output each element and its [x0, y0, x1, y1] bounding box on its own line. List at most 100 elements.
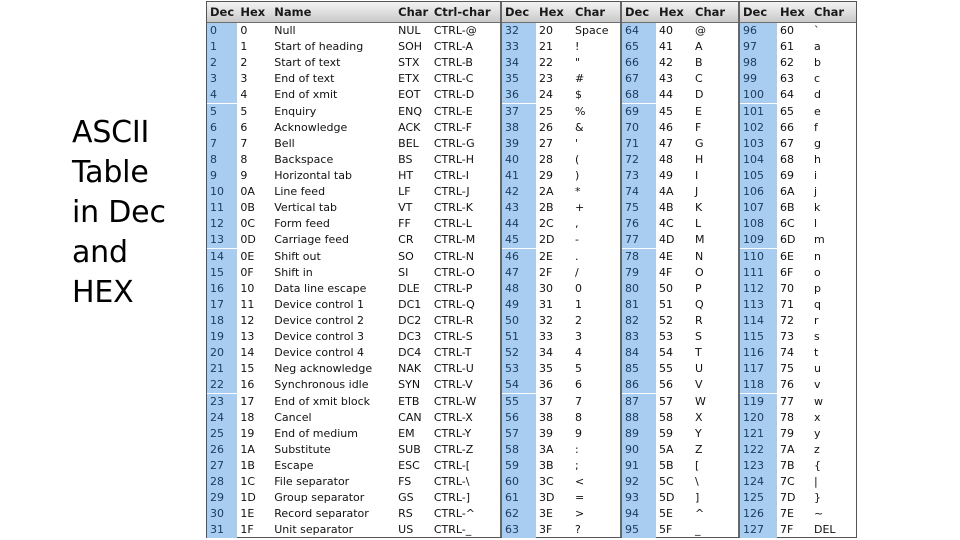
cell-hex: 13 — [240, 330, 255, 344]
cell-dec: 87 — [622, 393, 656, 410]
cell-ctrl-char: CTRL-D — [433, 88, 475, 102]
cell-hex: 79 — [780, 426, 794, 440]
cell-dec: 57 — [502, 425, 536, 442]
table-row: 56 38 8 — [502, 409, 620, 426]
cell-dec: 88 — [622, 409, 656, 426]
cell-dec: 109 — [740, 232, 777, 249]
cell-char: n — [814, 249, 821, 263]
cell-hex: 43 — [659, 72, 673, 86]
cell-char: t — [814, 346, 819, 360]
table-row: 60 3C < — [502, 474, 620, 491]
cell-hex: 5D — [659, 491, 675, 505]
table-row: 124 7C | — [740, 474, 856, 491]
cell-dec: 123 — [740, 458, 777, 474]
cell-char: VT — [398, 201, 413, 215]
cell-hex: 3C — [539, 475, 554, 489]
cell-dec: 68 — [622, 87, 656, 104]
table-row: 6 6 Acknowledge ACK CTRL-F — [207, 119, 500, 136]
cell-dec: 2 — [207, 55, 238, 72]
cell-name: End of xmit — [274, 88, 338, 102]
cell-char: z — [814, 442, 820, 456]
cell-char: c — [814, 72, 821, 86]
page-title: ASCII Table in Dec and HEX — [72, 115, 166, 310]
cell-hex: 1D — [240, 491, 256, 505]
table-row: 2 2 Start of text STX CTRL-B — [207, 55, 500, 72]
cell-name: Group separator — [274, 491, 365, 505]
cell-ctrl-char: CTRL-F — [433, 120, 473, 134]
table-body: 0 0 Null NUL CTRL-@ 1 1 Start of heading SOH CTRL… — [207, 23, 500, 539]
cell-char: [ — [695, 459, 700, 472]
cell-hex: 7D — [780, 491, 796, 505]
cell-hex: 16 — [240, 378, 255, 392]
table-body: 64 40 @65 41 A 66 42 B 67 43 C 68 44 D 69 45 E 70 46 F 71 47 G… — [622, 23, 738, 539]
cell-char: g — [814, 136, 821, 150]
cell-ctrl-char: CTRL-R — [433, 314, 474, 328]
cell-hex: 68 — [780, 152, 794, 166]
table-row: 12 0C Form feed FF CTRL-L — [207, 216, 500, 233]
table-row: 1 1 Start of heading SOH CTRL-A — [207, 39, 500, 56]
block-printable-32-63: Dec Hex Char 32 20 Space 33 21! 34 22 " 35 23 #36 24 $3… — [502, 2, 622, 539]
cell-char: L — [695, 217, 702, 231]
table-row: 122 7A z — [740, 441, 856, 458]
table-row: 103 67 g — [740, 135, 856, 152]
ascii-table: Dec Hex Name Char Ctrl-char 0 0 Null NUL CTRL-@ 1 1… — [206, 1, 857, 539]
table-row: 84 54 T — [622, 345, 738, 362]
cell-hex: 54 — [659, 346, 673, 360]
cell-char: " — [575, 56, 581, 70]
cell-char: \ — [695, 475, 699, 489]
cell-char: W — [695, 394, 706, 408]
table-row: 65 41 A — [622, 39, 738, 56]
table-row: 37 25% — [502, 103, 620, 120]
cell-ctrl-char: CTRL-] — [433, 491, 471, 505]
cell-hex: 30 — [539, 281, 553, 295]
cell-ctrl-char: CTRL-Z — [433, 442, 474, 456]
cell-dec: 51 — [502, 329, 536, 346]
cell-dec: 15 — [207, 264, 238, 281]
cell-char: e — [814, 104, 821, 118]
cell-dec: 14 — [207, 248, 238, 265]
cell-ctrl-char: CTRL-Q — [433, 297, 475, 311]
cell-hex: 77 — [780, 394, 794, 408]
cell-dec: 19 — [207, 329, 238, 346]
cell-hex: 1A — [240, 442, 255, 456]
table-row: 63 3F? — [502, 522, 620, 539]
cell-hex: 0C — [240, 217, 256, 231]
cell-char: BS — [398, 152, 413, 166]
cell-name: End of xmit block — [274, 394, 371, 408]
table-row: 64 40 @ — [622, 23, 738, 40]
cell-hex: 42 — [659, 56, 673, 70]
cell-char: ESC — [398, 459, 420, 472]
cell-char: ) — [575, 169, 580, 183]
cell-ctrl-char: CTRL-S — [433, 330, 473, 344]
cell-dec: 119 — [740, 393, 777, 410]
cell-char: R — [695, 314, 703, 328]
cell-dec: 56 — [502, 409, 536, 426]
cell-name: File separator — [274, 475, 350, 489]
cell-dec: 24 — [207, 409, 238, 426]
cell-hex: 67 — [780, 136, 794, 150]
table-row: 88 58 X — [622, 409, 738, 426]
table-header-row: Dec Hex Char — [622, 2, 738, 23]
cell-dec: 89 — [622, 425, 656, 442]
table-row: 102 66 f — [740, 119, 856, 136]
cell-char: < — [575, 475, 585, 489]
table-row: 90 5A Z — [622, 441, 738, 458]
cell-hex: 2D — [539, 233, 555, 247]
cell-char: p — [814, 281, 821, 295]
cell-hex: 7B — [780, 459, 795, 472]
cell-char: ~ — [814, 507, 824, 521]
cell-dec: 61 — [502, 490, 536, 507]
cell-hex: 36 — [539, 378, 553, 392]
table-header-row: Dec Hex Char — [740, 2, 856, 23]
cell-hex: 33 — [539, 330, 553, 344]
table-row: 73 49 I — [622, 168, 738, 185]
cell-name: Unit separator — [274, 523, 354, 537]
cell-dec: 102 — [740, 119, 777, 136]
cell-char: US — [398, 523, 414, 537]
cell-hex: 47 — [659, 136, 673, 150]
cell-char: s — [814, 330, 820, 344]
cell-hex: 61 — [780, 40, 794, 54]
cell-dec: 55 — [502, 393, 536, 410]
cell-char: . — [575, 249, 579, 263]
cell-hex: 27 — [539, 136, 553, 150]
